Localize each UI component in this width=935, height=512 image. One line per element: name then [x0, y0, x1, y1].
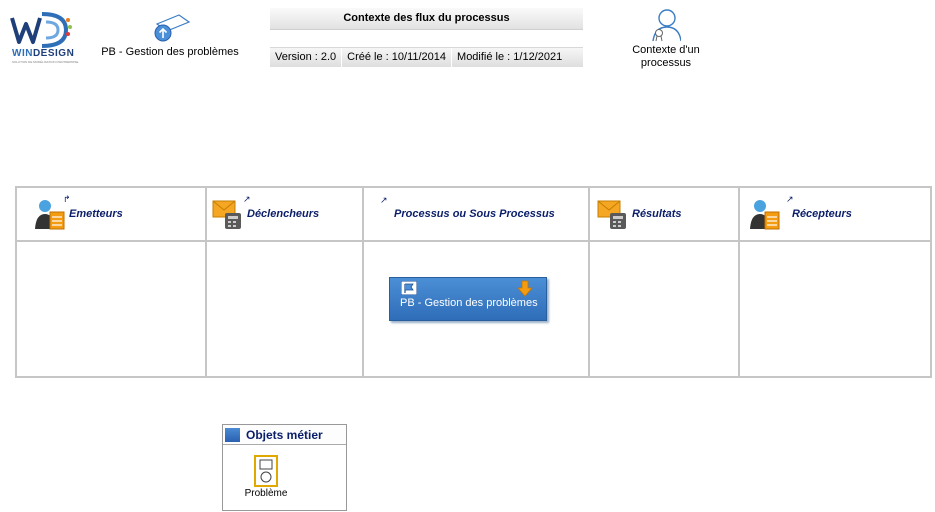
- link-arrow-icon: ↗: [380, 195, 388, 205]
- logo-tagline: SOLUTION DE MODÉLISATION D'ENTREPRISE: [12, 60, 79, 64]
- cell-emetteurs: [15, 240, 207, 378]
- objets-metier-icon: [225, 427, 240, 442]
- column-declencheurs-label: Déclencheurs: [247, 208, 320, 220]
- windesign-logo: WINDESIGN SOLUTION DE MODÉLISATION D'ENT…: [8, 10, 78, 64]
- objet-probleme[interactable]: Problème: [241, 455, 291, 499]
- objets-metier-panel: Objets métier Problème: [222, 424, 347, 511]
- logo-wordmark: WINDESIGN: [12, 48, 75, 59]
- column-recepteurs: ↗ Récepteurs: [738, 186, 932, 242]
- header-meta: Version : 2.0 Créé le : 10/11/2014 Modif…: [270, 47, 583, 67]
- objets-metier-header: Objets métier: [223, 425, 346, 445]
- actor-icon: ↱: [33, 194, 71, 231]
- windesign-logo-icon: [10, 12, 72, 48]
- process-flag-icon: [401, 281, 417, 295]
- column-recepteurs-label: Récepteurs: [792, 208, 852, 220]
- business-object-icon: [254, 455, 278, 487]
- process-box-label: PB - Gestion des problèmes: [400, 297, 538, 309]
- cell-recepteurs: [738, 240, 932, 378]
- column-emetteurs: ↱ Emetteurs: [15, 186, 207, 242]
- column-emetteurs-label: Emetteurs: [69, 208, 123, 220]
- header-box: Contexte des flux du processus Version :…: [270, 8, 583, 67]
- message-phone-icon: [596, 197, 632, 231]
- process-box[interactable]: PB - Gestion des problèmes: [389, 277, 547, 321]
- column-processus: ↗ Processus ou Sous Processus: [362, 186, 590, 242]
- column-resultats: Résultats: [588, 186, 740, 242]
- link-arrow-icon: ↗: [786, 194, 794, 204]
- version-label: Version : 2.0: [275, 51, 337, 63]
- drill-down-icon[interactable]: [517, 280, 533, 297]
- actor-icon: ↗: [748, 195, 794, 231]
- objet-probleme-label: Problème: [244, 488, 288, 499]
- column-resultats-label: Résultats: [632, 208, 682, 220]
- objets-metier-title: Objets métier: [246, 427, 323, 442]
- parent-process-label: PB - Gestion des problèmes: [101, 46, 239, 58]
- modified-label: Modifié le : 1/12/2021: [451, 48, 567, 67]
- context-label-line2: processus: [640, 57, 692, 69]
- process-up-icon: [154, 14, 191, 42]
- link-arrow-icon: ↗: [243, 194, 251, 204]
- column-processus-label: Processus ou Sous Processus: [394, 208, 555, 220]
- person-certificate-icon: [652, 9, 681, 42]
- column-declencheurs: ↗ Déclencheurs: [205, 186, 364, 242]
- link-arrow-icon: ↱: [63, 194, 71, 204]
- message-phone-icon: ↗: [211, 195, 251, 231]
- cell-declencheurs: [205, 240, 364, 378]
- context-link[interactable]: Contexte d'un processus: [625, 8, 707, 70]
- created-label: Créé le : 10/11/2014: [341, 48, 451, 67]
- flow-table-header: ↱ Emetteurs ↗ Déclencheurs ↗ Processus o…: [15, 186, 932, 242]
- page-title: Contexte des flux du processus: [270, 8, 583, 30]
- parent-process-link[interactable]: PB - Gestion des problèmes: [96, 12, 244, 58]
- context-label-line1: Contexte d'un: [632, 44, 700, 56]
- cell-resultats: [588, 240, 740, 378]
